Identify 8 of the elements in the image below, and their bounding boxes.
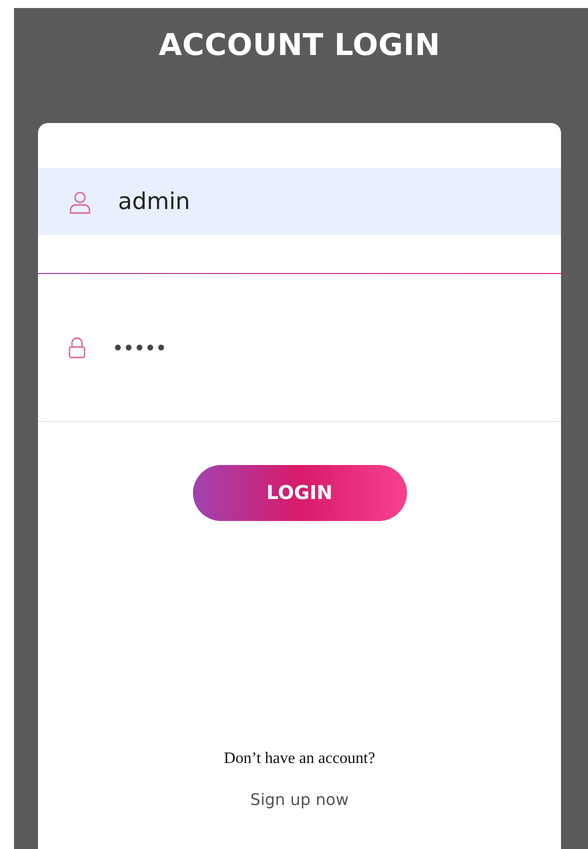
- signup-link[interactable]: Sign up now: [250, 790, 349, 809]
- lock-icon: [68, 336, 86, 358]
- signup-prompt: Don’t have an account?: [224, 750, 376, 768]
- login-button[interactable]: LOGIN: [192, 465, 406, 521]
- password-field[interactable]: •••••: [38, 274, 561, 422]
- username-field[interactable]: admin: [38, 168, 561, 235]
- page-title: ACCOUNT LOGIN: [158, 27, 442, 64]
- user-icon: [68, 190, 92, 214]
